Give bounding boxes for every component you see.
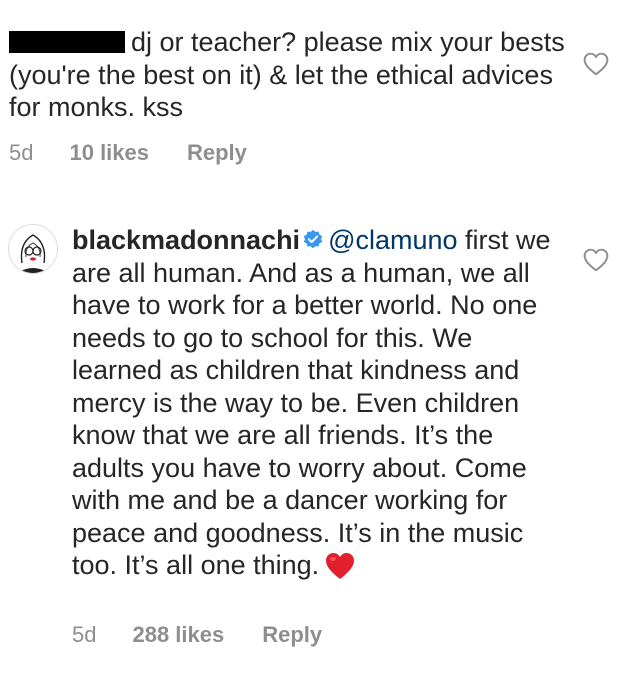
comment-meta: 5d 10 likes Reply [9, 140, 247, 166]
comment-text-block: dj or teacher? please mix your bests (yo… [9, 26, 569, 124]
comment-likes[interactable]: 10 likes [69, 140, 149, 166]
avatar-illustration [9, 225, 57, 273]
avatar[interactable] [8, 224, 58, 274]
comment-text: first we are all human. And as a human, … [72, 225, 559, 580]
reply-button[interactable]: Reply [187, 140, 247, 166]
comment-mention[interactable]: @clamuno [328, 225, 457, 255]
comment-time: 5d [72, 622, 97, 647]
heart-outline-icon[interactable] [583, 52, 609, 76]
comment-username[interactable]: blackmadonnachi [72, 225, 300, 255]
redacted-username [9, 31, 125, 53]
comment-meta: 5d 288 likes Reply [72, 622, 322, 648]
red-heart-emoji [326, 553, 355, 579]
reply-button[interactable]: Reply [262, 622, 322, 648]
heart-outline-icon[interactable] [583, 248, 609, 272]
verified-badge-icon [303, 229, 323, 249]
comment-time: 5d [9, 140, 34, 165]
comment-text-block: blackmadonnachi @clamuno first we are al… [72, 224, 552, 582]
comment-likes[interactable]: 288 likes [132, 622, 224, 648]
